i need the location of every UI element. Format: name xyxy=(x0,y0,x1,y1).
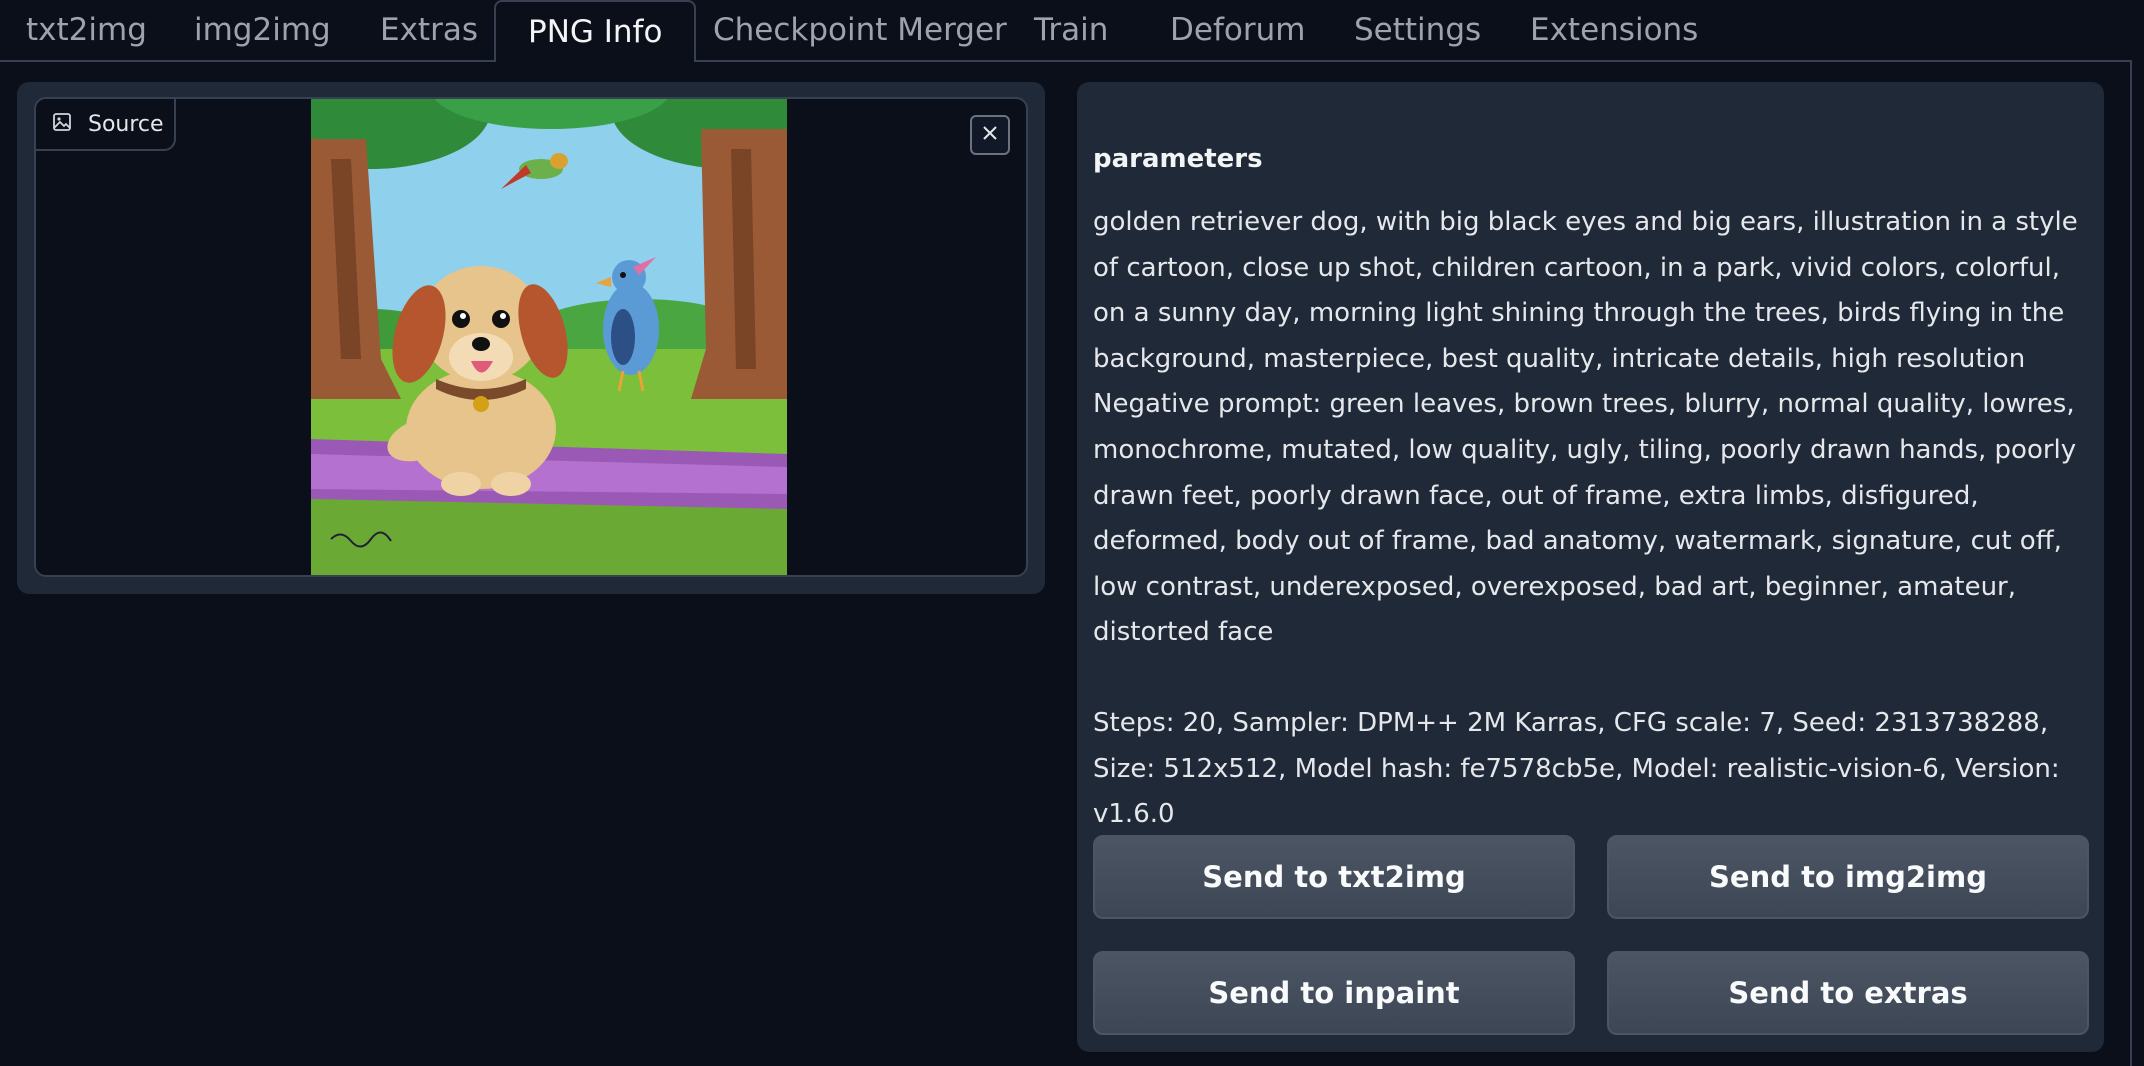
close-icon xyxy=(980,123,1000,147)
tab-train[interactable]: Train xyxy=(1034,0,1108,62)
negative-prompt: Negative prompt: green leaves, brown tre… xyxy=(1093,389,2077,648)
tab-extensions[interactable]: Extensions xyxy=(1530,0,1698,62)
send-to-inpaint-button[interactable]: Send to inpaint xyxy=(1093,951,1575,1035)
tab-deforum[interactable]: Deforum xyxy=(1170,0,1305,62)
prompt-text: golden retriever dog, with big black eye… xyxy=(1093,200,2088,656)
tab-bar: txt2img img2img Extras PNG Info Checkpoi… xyxy=(0,0,2144,62)
send-to-img2img-button[interactable]: Send to img2img xyxy=(1607,835,2089,919)
image-dropzone[interactable]: Source xyxy=(34,97,1028,577)
source-label: Source xyxy=(36,99,176,151)
tab-settings[interactable]: Settings xyxy=(1354,0,1481,62)
tab-txt2img[interactable]: txt2img xyxy=(26,0,147,62)
tab-png-info[interactable]: PNG Info xyxy=(494,0,697,62)
tab-img2img[interactable]: img2img xyxy=(194,0,331,62)
content-border xyxy=(2130,60,2132,1066)
source-image xyxy=(311,99,787,575)
send-to-txt2img-button[interactable]: Send to txt2img xyxy=(1093,835,1575,919)
tab-checkpoint-merger[interactable]: Checkpoint Merger xyxy=(713,0,1007,62)
generation-info: Steps: 20, Sampler: DPM++ 2M Karras, CFG… xyxy=(1093,708,2060,830)
source-label-text: Source xyxy=(88,111,164,137)
positive-prompt: golden retriever dog, with big black eye… xyxy=(1093,207,2078,374)
image-icon xyxy=(52,112,72,136)
source-image-panel: Source xyxy=(17,82,1045,594)
close-button[interactable] xyxy=(970,115,1010,155)
parameters-heading: parameters xyxy=(1093,144,1263,174)
tab-extras[interactable]: Extras xyxy=(380,0,478,62)
png-info-panel: parameters golden retriever dog, with bi… xyxy=(1077,82,2104,1052)
send-to-extras-button[interactable]: Send to extras xyxy=(1607,951,2089,1035)
